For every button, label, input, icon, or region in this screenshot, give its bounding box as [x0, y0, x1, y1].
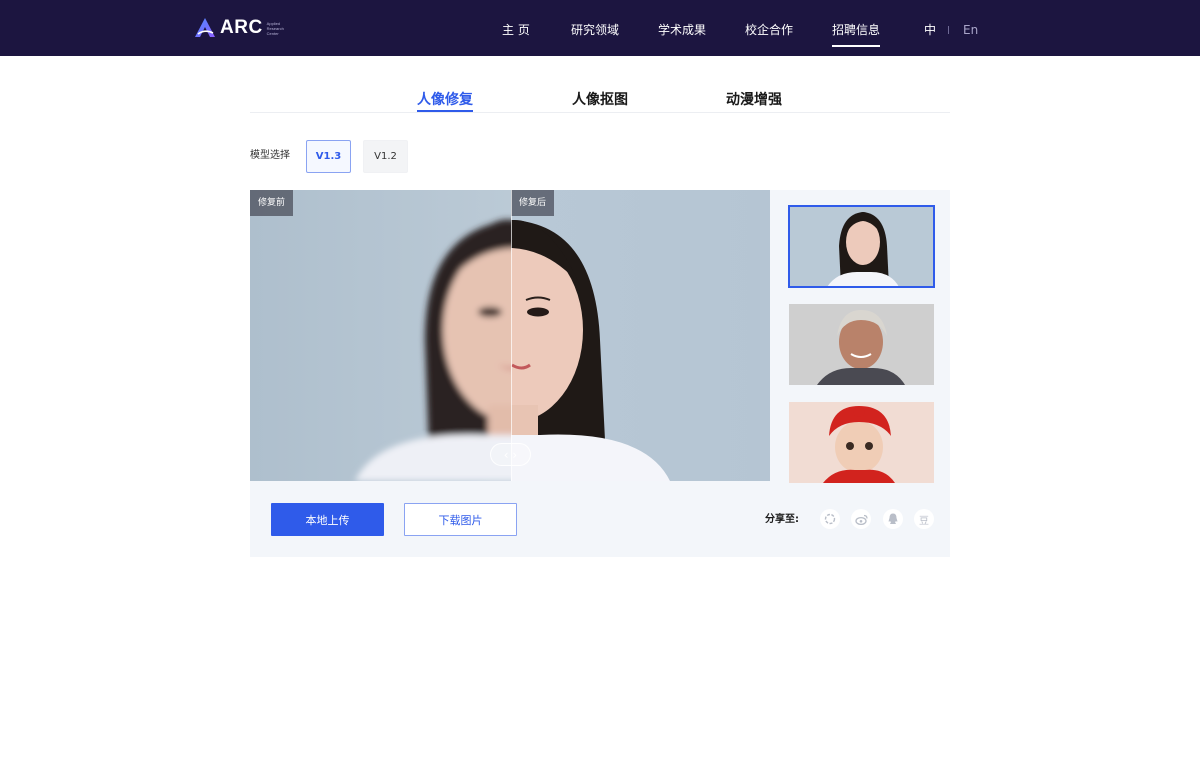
- douban-icon[interactable]: 豆: [914, 509, 934, 529]
- woman-thumbnail-image: [789, 206, 934, 287]
- compare-divider-line: [511, 190, 512, 481]
- after-image: [511, 190, 770, 481]
- tab-portrait-matting[interactable]: 人像抠图: [572, 90, 628, 112]
- before-label: 修复前: [250, 190, 294, 216]
- moments-icon[interactable]: [820, 509, 840, 529]
- lang-divider: [948, 26, 949, 34]
- sample-thumb-woman[interactable]: [788, 205, 935, 288]
- lang-en-button[interactable]: En: [963, 22, 978, 38]
- sample-thumb-child[interactable]: [789, 402, 934, 483]
- chevron-left-right-icon: ‹ ›: [503, 447, 518, 462]
- nav-item-cooperation[interactable]: 校企合作: [745, 21, 793, 41]
- share-label: 分享至:: [765, 514, 799, 525]
- compare-slider-handle[interactable]: ‹ ›: [490, 443, 531, 466]
- nav-item-research[interactable]: 研究领域: [571, 21, 619, 41]
- logo-text: ARC: [220, 17, 263, 38]
- tab-portrait-restoration[interactable]: 人像修复: [417, 90, 473, 112]
- lang-zh-button[interactable]: 中: [924, 22, 936, 38]
- man-thumbnail-image: [789, 304, 934, 385]
- weibo-icon[interactable]: [851, 509, 871, 529]
- top-navigation-bar: ARC Applied Research Center 主 页 研究领域 学术成…: [0, 0, 1200, 56]
- upload-local-button[interactable]: 本地上传: [271, 503, 384, 536]
- model-select-label: 模型选择: [250, 150, 290, 161]
- logo-subtext: Applied Research Center: [266, 20, 284, 36]
- arc-logo-icon: [195, 18, 215, 37]
- qq-icon[interactable]: [883, 509, 903, 529]
- nav-item-careers[interactable]: 招聘信息: [832, 21, 881, 47]
- model-option-v13[interactable]: V1.3: [306, 140, 351, 173]
- model-option-v12[interactable]: V1.2: [363, 140, 408, 173]
- download-image-button[interactable]: 下载图片: [404, 503, 517, 536]
- tabs-underline: [250, 112, 950, 113]
- before-after-viewer[interactable]: 修复前 修复后 ‹ ›: [250, 190, 770, 481]
- sample-thumb-man[interactable]: [789, 304, 934, 385]
- restoration-workspace: 修复前 修复后 ‹ › 本地上传 下载图片 分享至: 豆: [250, 190, 950, 557]
- child-thumbnail-image: [789, 402, 934, 483]
- after-label: 修复后: [511, 190, 555, 216]
- tab-anime-enhancement[interactable]: 动漫增强: [726, 90, 782, 112]
- before-image: [250, 190, 511, 481]
- nav-item-home[interactable]: 主 页: [502, 21, 530, 41]
- douban-glyph: 豆: [919, 515, 929, 527]
- arc-logo[interactable]: ARC Applied Research Center: [193, 15, 291, 41]
- nav-item-publications[interactable]: 学术成果: [658, 21, 706, 41]
